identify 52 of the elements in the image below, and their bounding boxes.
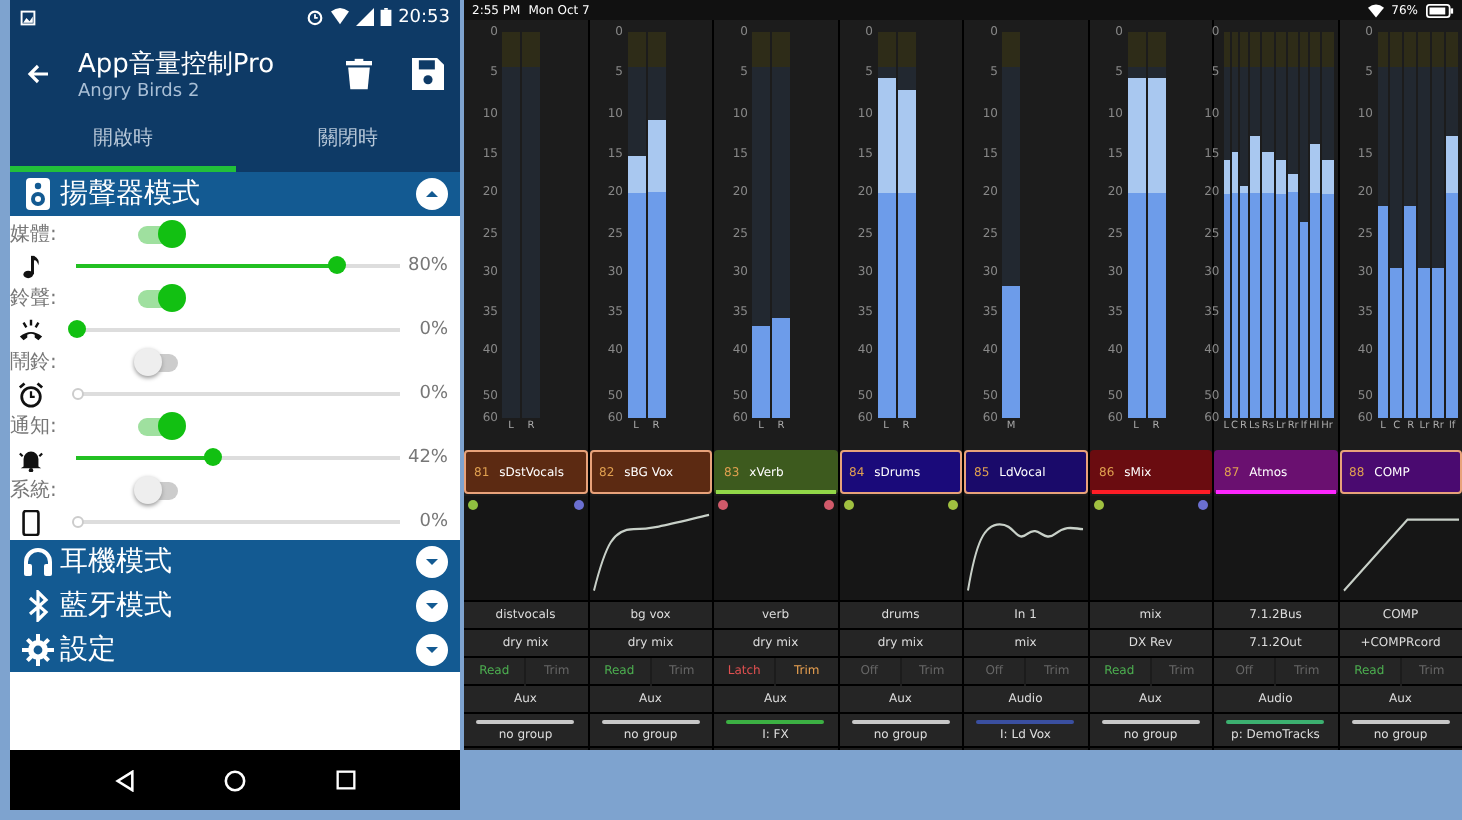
slider-thumb[interactable] <box>327 256 346 274</box>
eq-plot[interactable] <box>964 496 1087 602</box>
volume-reading: 42% <box>407 448 450 468</box>
section-title: 設定 <box>60 632 118 668</box>
setting-label: 媒體: <box>10 222 59 248</box>
setting-label: 通知: <box>10 413 59 440</box>
volume-reading: 0% <box>419 320 450 340</box>
home-icon[interactable] <box>224 769 247 791</box>
ringer-icon <box>18 317 44 343</box>
alarm-icon <box>306 8 325 26</box>
status-time: 20:53 <box>398 7 450 27</box>
gear-icon <box>22 634 54 666</box>
note-icon <box>18 253 44 279</box>
setting-label: 系統: <box>10 477 59 504</box>
slider-thumb[interactable] <box>72 516 84 528</box>
phone-icon <box>18 509 44 535</box>
slider-thumb[interactable] <box>72 388 84 400</box>
volume-reading: 0% <box>419 512 450 532</box>
delete-icon[interactable] <box>346 58 372 90</box>
expand-icon[interactable] <box>416 590 448 622</box>
collapse-icon[interactable] <box>416 178 448 210</box>
save-icon[interactable] <box>412 58 444 90</box>
image-icon <box>20 9 36 25</box>
wifi-icon <box>1367 3 1384 17</box>
back-icon[interactable] <box>114 769 137 791</box>
app-title: App音量控制Pro <box>78 48 277 82</box>
app-subtitle: Angry Birds 2 <box>78 82 202 102</box>
slider-thumb[interactable] <box>204 448 223 466</box>
back-arrow-icon[interactable] <box>26 62 50 86</box>
setting-label: 鈴聲: <box>10 285 59 312</box>
expand-icon[interactable] <box>416 634 448 666</box>
expand-icon[interactable] <box>416 546 448 578</box>
headphones-icon <box>22 546 54 578</box>
eq-plot[interactable] <box>589 496 712 602</box>
toggle-switch[interactable] <box>138 481 178 499</box>
slider-thumb[interactable] <box>68 320 86 338</box>
wifi-icon <box>330 8 351 26</box>
speaker-icon <box>22 178 54 210</box>
toggle-switch[interactable] <box>138 353 178 371</box>
section-title: 藍牙模式 <box>60 588 174 624</box>
volume-reading: 80% <box>407 256 450 276</box>
eq-plot[interactable] <box>1339 496 1462 602</box>
setting-label: 鬧鈴: <box>10 349 59 376</box>
tab[interactable]: 關閉時 <box>235 114 460 172</box>
battery-icon <box>380 8 393 26</box>
section-title: 揚聲器模式 <box>60 176 202 212</box>
signal-icon <box>356 8 375 26</box>
battery-icon <box>1426 3 1454 17</box>
volume-reading: 0% <box>419 384 450 404</box>
section-title: 耳機模式 <box>60 544 174 580</box>
alarm-icon <box>18 381 44 407</box>
recents-icon[interactable] <box>335 770 356 790</box>
